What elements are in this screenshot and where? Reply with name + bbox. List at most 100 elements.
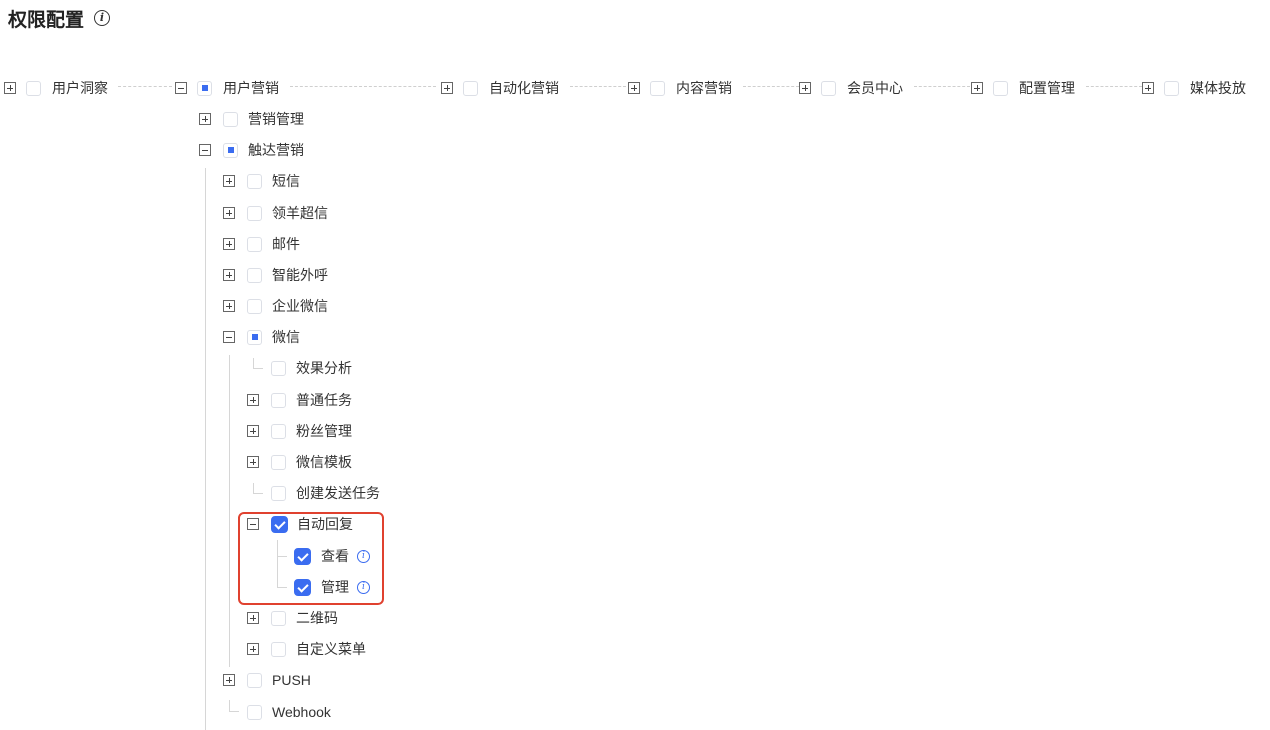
- checkbox[interactable]: [271, 392, 286, 408]
- connector-line: [743, 86, 799, 87]
- module-config-management[interactable]: 配置管理: [971, 78, 1075, 98]
- checkbox[interactable]: [247, 205, 262, 221]
- expand-icon[interactable]: [223, 269, 235, 281]
- collapse-icon[interactable]: [223, 331, 235, 343]
- tree-node-custom-menu[interactable]: 自定义菜单: [247, 639, 366, 659]
- module-member-center[interactable]: 会员中心: [799, 78, 903, 98]
- module-label: 用户洞察: [52, 80, 108, 96]
- tree-branch-line: [253, 483, 254, 493]
- module-label: 内容营销: [676, 80, 732, 96]
- node-label: 创建发送任务: [296, 485, 380, 501]
- expand-icon[interactable]: [223, 207, 235, 219]
- tree-node-normal-task[interactable]: 普通任务: [247, 390, 352, 410]
- node-label: 营销管理: [248, 111, 304, 127]
- tree-node-wechat[interactable]: 微信: [223, 327, 300, 347]
- expand-icon[interactable]: [223, 175, 235, 187]
- expand-icon[interactable]: [223, 300, 235, 312]
- module-label: 会员中心: [847, 80, 903, 96]
- checkbox[interactable]: [247, 173, 262, 189]
- module-user-marketing[interactable]: 用户营销: [175, 78, 279, 98]
- checkbox[interactable]: [271, 641, 286, 657]
- node-label: 触达营销: [248, 142, 304, 158]
- module-label: 用户营销: [223, 80, 279, 96]
- tree-node-sms[interactable]: 短信: [223, 171, 300, 191]
- checkbox[interactable]: [26, 80, 41, 96]
- expand-icon[interactable]: [1142, 82, 1154, 94]
- checkbox[interactable]: [271, 360, 286, 376]
- checkbox[interactable]: [197, 80, 212, 96]
- connector-line: [1086, 86, 1142, 87]
- expand-icon[interactable]: [628, 82, 640, 94]
- expand-icon[interactable]: [247, 643, 259, 655]
- checkbox[interactable]: [271, 454, 286, 470]
- tree-node-push[interactable]: PUSH: [223, 670, 311, 690]
- tree-node-wecom[interactable]: 企业微信: [223, 296, 328, 316]
- checkbox[interactable]: [247, 298, 262, 314]
- connector-line: [290, 86, 436, 87]
- tree-guide-line: [229, 355, 230, 667]
- tree-node-touch-marketing[interactable]: 触达营销: [199, 140, 304, 160]
- connector-line: [118, 86, 172, 87]
- tree-branch-line: [229, 700, 230, 711]
- node-label: 微信模板: [296, 454, 352, 470]
- tree-node-fans-management[interactable]: 粉丝管理: [247, 421, 352, 441]
- node-label: 邮件: [272, 236, 300, 252]
- checkbox[interactable]: [1164, 80, 1179, 96]
- module-media-placement[interactable]: 媒体投放: [1142, 78, 1246, 98]
- node-label: 短信: [272, 173, 300, 189]
- module-user-insight[interactable]: 用户洞察: [4, 78, 108, 98]
- tree-node-marketing-management[interactable]: 营销管理: [199, 109, 304, 129]
- expand-icon[interactable]: [199, 113, 211, 125]
- collapse-icon[interactable]: [199, 144, 211, 156]
- node-label: 领羊超信: [272, 205, 328, 221]
- checkbox[interactable]: [223, 111, 238, 127]
- checkbox[interactable]: [247, 236, 262, 252]
- tree-node-email[interactable]: 邮件: [223, 234, 300, 254]
- node-label: 微信: [272, 329, 300, 345]
- tree-node-create-send-task[interactable]: 创建发送任务: [271, 483, 380, 503]
- highlight-box: [238, 512, 384, 605]
- info-icon[interactable]: i: [94, 10, 111, 26]
- checkbox[interactable]: [223, 142, 238, 158]
- connector-line: [914, 86, 970, 87]
- expand-icon[interactable]: [247, 456, 259, 468]
- collapse-icon[interactable]: [175, 82, 187, 94]
- checkbox[interactable]: [247, 704, 262, 720]
- expand-icon[interactable]: [247, 425, 259, 437]
- checkbox[interactable]: [247, 267, 262, 283]
- node-label: Webhook: [272, 704, 331, 720]
- tree-node-webhook[interactable]: Webhook: [247, 702, 331, 722]
- tree-node-super-message[interactable]: 领羊超信: [223, 203, 328, 223]
- page-title: 权限配置: [8, 9, 85, 31]
- tree-node-wechat-template[interactable]: 微信模板: [247, 452, 352, 472]
- node-label: 普通任务: [296, 392, 352, 408]
- tree-node-qrcode[interactable]: 二维码: [247, 608, 338, 628]
- expand-icon[interactable]: [799, 82, 811, 94]
- checkbox[interactable]: [271, 485, 286, 501]
- checkbox[interactable]: [271, 423, 286, 439]
- tree-branch-line: [229, 711, 239, 712]
- tree-node-smart-call[interactable]: 智能外呼: [223, 265, 328, 285]
- expand-icon[interactable]: [223, 674, 235, 686]
- module-automation-marketing[interactable]: 自动化营销: [441, 78, 559, 98]
- tree-branch-line: [253, 368, 263, 369]
- module-content-marketing[interactable]: 内容营销: [628, 78, 732, 98]
- expand-icon[interactable]: [223, 238, 235, 250]
- checkbox[interactable]: [821, 80, 836, 96]
- node-label: 智能外呼: [272, 267, 328, 283]
- module-label: 媒体投放: [1190, 80, 1246, 96]
- node-label: 粉丝管理: [296, 423, 352, 439]
- checkbox[interactable]: [650, 80, 665, 96]
- checkbox[interactable]: [463, 80, 478, 96]
- expand-icon[interactable]: [441, 82, 453, 94]
- checkbox[interactable]: [247, 329, 262, 345]
- expand-icon[interactable]: [971, 82, 983, 94]
- checkbox[interactable]: [993, 80, 1008, 96]
- expand-icon[interactable]: [247, 394, 259, 406]
- checkbox[interactable]: [271, 610, 286, 626]
- tree-node-effect-analysis[interactable]: 效果分析: [271, 358, 352, 378]
- expand-icon[interactable]: [247, 612, 259, 624]
- expand-icon[interactable]: [4, 82, 16, 94]
- node-label: PUSH: [272, 672, 311, 688]
- checkbox[interactable]: [247, 672, 262, 688]
